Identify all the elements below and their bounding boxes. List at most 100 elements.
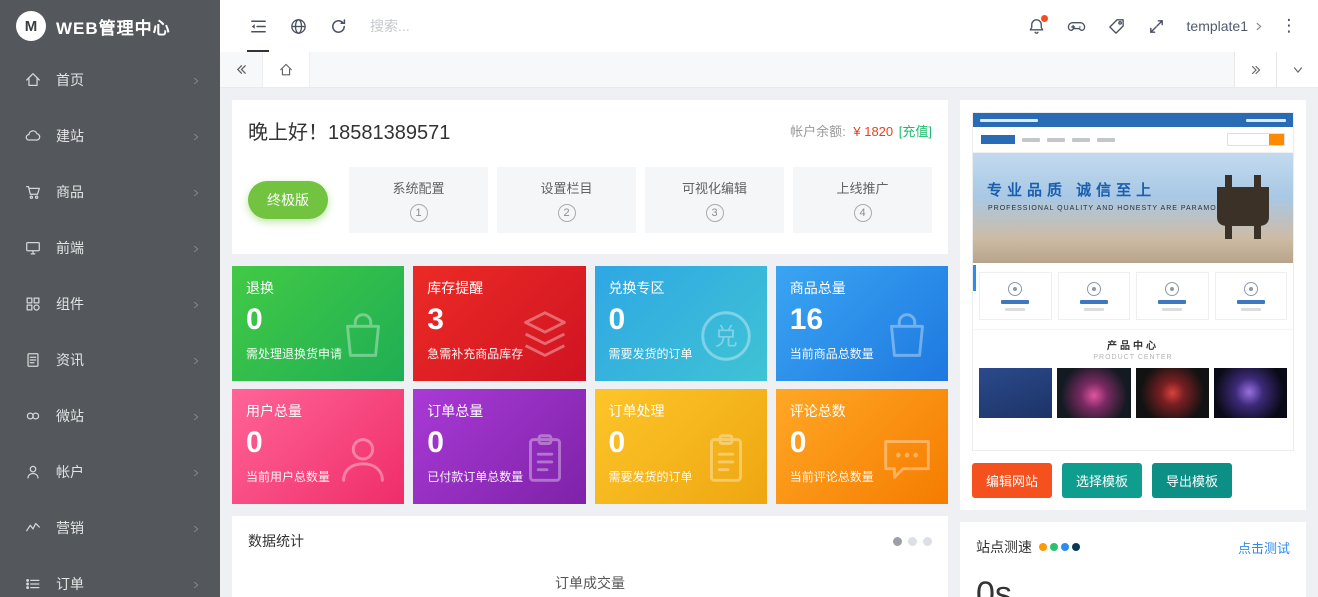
chevron-right-icon — [190, 130, 202, 142]
search-input[interactable] — [370, 18, 580, 34]
tile-title: 商品总量 — [790, 278, 934, 298]
preview-hero-banner: 专业品质 诚信至上 PROFESSIONAL QUALITY AND HONES… — [973, 153, 1293, 263]
tab-bar — [220, 52, 1318, 88]
tabs-scroll-left-icon[interactable] — [220, 52, 262, 87]
template-selector[interactable]: template1 — [1177, 0, 1274, 52]
sidebar-item-components[interactable]: 组件 — [0, 276, 220, 332]
tile-total-comments[interactable]: 评论总数 0 当前评论总数量 — [776, 389, 948, 504]
tabs-menu-icon[interactable] — [1276, 52, 1318, 87]
carousel-dot[interactable] — [923, 537, 932, 546]
sidebar-item-label: 商品 — [56, 182, 190, 202]
choose-template-button[interactable]: 选择模板 — [1062, 463, 1142, 498]
feature-sub-bar — [1084, 308, 1104, 311]
content-area: 晚上好！18581389571 帐户余额: ¥ 1820 [充值] 终极版 系统… — [220, 88, 1318, 597]
step-system-config[interactable]: 系统配置 1 — [349, 167, 488, 233]
refresh-icon[interactable] — [318, 0, 358, 52]
bag-icon — [332, 305, 394, 367]
tile-exchange-zone[interactable]: 兑换专区 0 需要发货的订单 兑 — [595, 266, 767, 381]
product-thumbnail — [1057, 368, 1130, 418]
bronze-vessel-image — [1201, 165, 1285, 247]
step-visual-edit[interactable]: 可视化编辑 3 — [645, 167, 784, 233]
template-preview[interactable]: 专业品质 诚信至上 PROFESSIONAL QUALITY AND HONES… — [972, 112, 1294, 451]
preview-logo — [981, 135, 1015, 144]
speed-dot — [1050, 543, 1058, 551]
carousel-dot[interactable] — [893, 537, 902, 546]
step-number: 4 — [854, 204, 872, 222]
feature-sub-bar — [1241, 308, 1261, 311]
run-speed-test-link[interactable]: 点击测试 — [1238, 538, 1290, 557]
edit-site-button[interactable]: 编辑网站 — [972, 463, 1052, 498]
carousel-dots — [893, 537, 932, 546]
sidebar-item-marketing[interactable]: 营销 — [0, 500, 220, 556]
preview-hero-subtitle: PROFESSIONAL QUALITY AND HONESTY ARE PAR… — [988, 205, 1234, 212]
sidebar-item-label: 营销 — [56, 518, 190, 538]
sidebar-item-label: 建站 — [56, 126, 190, 146]
step-go-live[interactable]: 上线推广 4 — [793, 167, 932, 233]
collapse-menu-icon[interactable] — [238, 0, 278, 52]
sidebar-item-orders[interactable]: 订单 — [0, 556, 220, 597]
step-number: 2 — [558, 204, 576, 222]
home-icon — [24, 71, 42, 89]
step-setup-columns[interactable]: 设置栏目 2 — [497, 167, 636, 233]
product-thumbnail — [1136, 368, 1209, 418]
sidebar-item-account[interactable]: 帐户 — [0, 444, 220, 500]
tile-title: 订单处理 — [609, 401, 753, 421]
clipboard-icon — [514, 428, 576, 490]
stat-tiles: 退换 0 需处理退换货申请 库存提醒 3 急需补充商品库存 兑换专区 0 — [232, 266, 948, 504]
feature-icon — [1008, 282, 1022, 296]
sidebar: M WEB管理中心 首页 建站 商品 前端 — [0, 0, 220, 597]
export-template-button[interactable]: 导出模板 — [1152, 463, 1232, 498]
kebab-menu-icon[interactable]: ⋮ — [1274, 0, 1304, 52]
chevron-right-icon — [190, 298, 202, 310]
sidebar-item-home[interactable]: 首页 — [0, 52, 220, 108]
logo: M WEB管理中心 — [0, 0, 220, 52]
chevron-right-icon — [190, 578, 202, 590]
tile-stock-alert[interactable]: 库存提醒 3 急需补充商品库存 — [413, 266, 585, 381]
feature-title-bar — [1237, 300, 1265, 304]
products-subtitle: PRODUCT CENTER — [973, 354, 1293, 361]
sidebar-item-label: 订单 — [56, 574, 190, 594]
balance-value: ¥ 1820 — [853, 124, 893, 139]
sidebar-item-site-builder[interactable]: 建站 — [0, 108, 220, 164]
carousel-dot[interactable] — [908, 537, 917, 546]
preview-topbar — [973, 113, 1293, 127]
step-label: 上线推广 — [836, 178, 888, 197]
bell-icon[interactable] — [1017, 0, 1057, 52]
left-column: 晚上好！18581389571 帐户余额: ¥ 1820 [充值] 终极版 系统… — [232, 100, 948, 585]
chevron-right-icon — [190, 242, 202, 254]
chart-title: 订单成交量 — [232, 573, 948, 593]
version-badge[interactable]: 终极版 — [248, 181, 328, 219]
preview-search-button — [1269, 134, 1284, 145]
sidebar-item-news[interactable]: 资讯 — [0, 332, 220, 388]
layers-icon — [514, 305, 576, 367]
tile-total-products[interactable]: 商品总量 16 当前商品总数量 — [776, 266, 948, 381]
tile-title: 兑换专区 — [609, 278, 753, 298]
feature-sub-bar — [1005, 308, 1025, 311]
expand-icon[interactable] — [1137, 0, 1177, 52]
tag-icon[interactable] — [1097, 0, 1137, 52]
globe-icon[interactable] — [278, 0, 318, 52]
chevron-right-icon — [190, 466, 202, 478]
tab-home[interactable] — [262, 52, 310, 87]
recharge-link[interactable]: [充值] — [899, 124, 932, 139]
tile-total-users[interactable]: 用户总量 0 当前用户总数量 — [232, 389, 404, 504]
sidebar-item-products[interactable]: 商品 — [0, 164, 220, 220]
speed-dot — [1039, 543, 1047, 551]
topbar-actions: template1 ⋮ — [1017, 0, 1304, 52]
sidebar-item-label: 帐户 — [56, 462, 190, 482]
feature-icon — [1244, 282, 1258, 296]
product-thumbnail — [1214, 368, 1287, 418]
tile-total-orders[interactable]: 订单总量 0 已付款订单总数量 — [413, 389, 585, 504]
admin-dashboard: M WEB管理中心 首页 建站 商品 前端 — [0, 0, 1318, 597]
preview-products-header: 产品中心 PRODUCT CENTER — [973, 330, 1293, 364]
sidebar-item-microsite[interactable]: 微站 — [0, 388, 220, 444]
sidebar-item-label: 首页 — [56, 70, 190, 90]
sidebar-item-frontend[interactable]: 前端 — [0, 220, 220, 276]
tabs-scroll-right-icon[interactable] — [1234, 52, 1276, 87]
tile-returns[interactable]: 退换 0 需处理退换货申请 — [232, 266, 404, 381]
controller-icon[interactable] — [1057, 0, 1097, 52]
tile-order-processing[interactable]: 订单处理 0 需要发货的订单 — [595, 389, 767, 504]
feature-title-bar — [1080, 300, 1108, 304]
link-icon — [24, 407, 42, 425]
tile-title: 库存提醒 — [427, 278, 571, 298]
